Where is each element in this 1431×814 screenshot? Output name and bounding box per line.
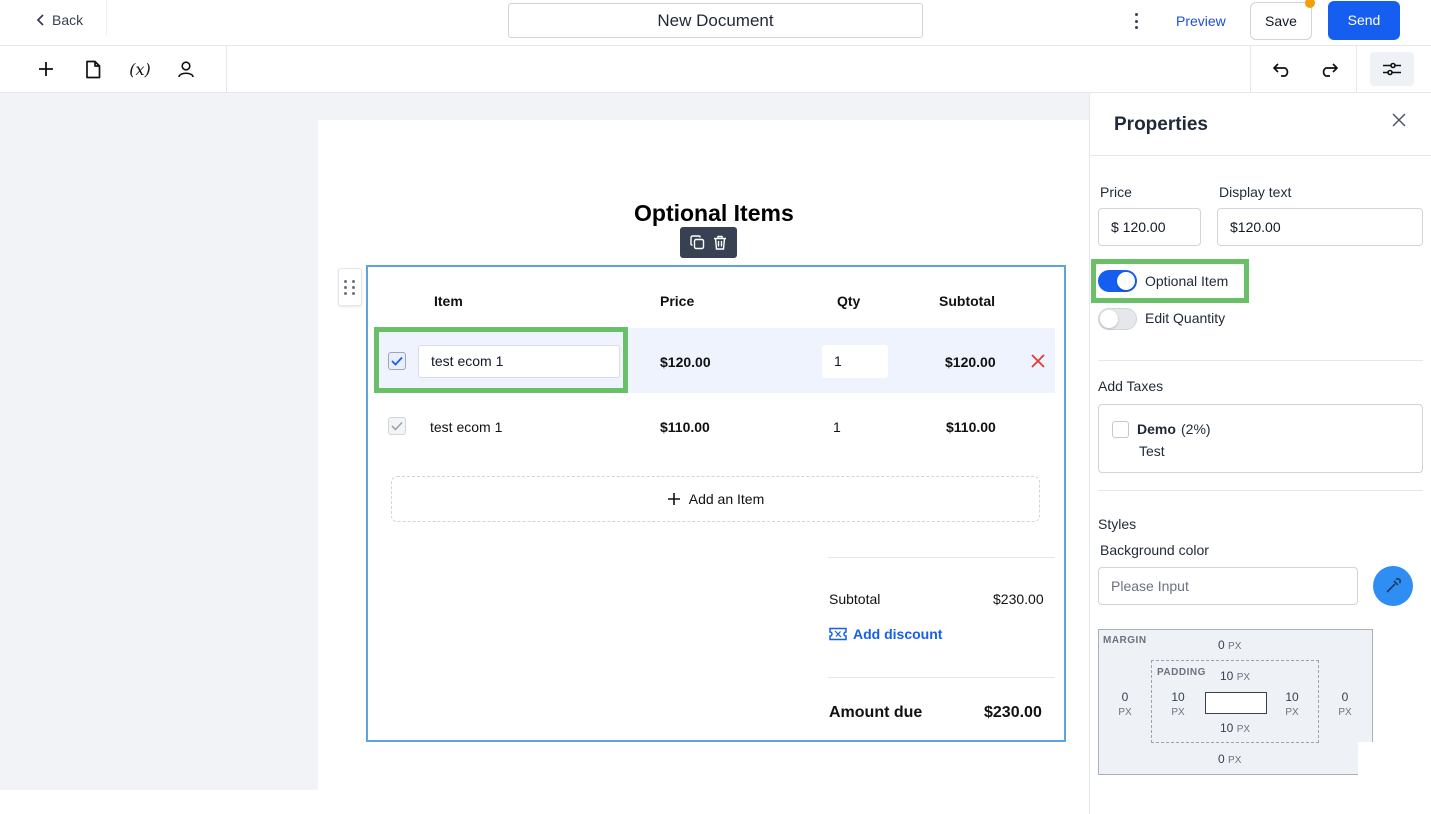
optional-item-toggle[interactable] xyxy=(1098,270,1137,292)
padding-bottom[interactable]: 10 PX xyxy=(1220,721,1250,735)
item-price: $110.00 xyxy=(660,419,710,435)
divider xyxy=(1090,155,1431,156)
item-qty: 1 xyxy=(833,419,841,435)
document-title-input[interactable]: New Document xyxy=(508,3,923,38)
display-text-input[interactable]: $120.00 xyxy=(1217,208,1423,246)
canvas-footer xyxy=(0,790,1089,814)
drag-handle-icon[interactable] xyxy=(338,268,362,306)
divider xyxy=(828,557,1055,558)
content-box xyxy=(1205,692,1267,714)
divider xyxy=(1250,46,1251,93)
send-button[interactable]: Send xyxy=(1328,1,1400,40)
display-text-label: Display text xyxy=(1219,184,1292,200)
save-label: Save xyxy=(1265,13,1297,29)
item-name-input[interactable]: test ecom 1 xyxy=(418,345,620,378)
divider xyxy=(828,677,1055,678)
padding-top[interactable]: 10 PX xyxy=(1220,669,1250,683)
page-icon[interactable] xyxy=(80,56,106,82)
check-icon xyxy=(391,421,403,431)
editor-toolbar: (x) xyxy=(0,46,1431,93)
variable-icon[interactable]: (x) xyxy=(127,56,153,82)
tax-name: Demo xyxy=(1137,421,1176,437)
item-name: test ecom 1 xyxy=(430,419,503,435)
optional-item-label: Optional Item xyxy=(1145,273,1229,289)
add-icon[interactable] xyxy=(33,56,59,82)
check-icon xyxy=(391,356,403,366)
coupon-icon xyxy=(829,627,847,641)
background-color-input[interactable]: Please Input xyxy=(1098,567,1358,605)
padding-left[interactable]: 10 PX xyxy=(1168,690,1188,718)
block-actions-toolbar xyxy=(680,227,737,258)
price-input[interactable]: $ 120.00 xyxy=(1098,208,1201,246)
plus-icon xyxy=(667,493,680,505)
add-taxes-label: Add Taxes xyxy=(1098,378,1164,394)
column-header-qty: Qty xyxy=(837,293,861,309)
box-model-mask xyxy=(1358,742,1378,776)
tax-rate: (2%) xyxy=(1181,421,1211,437)
more-options-icon[interactable] xyxy=(1127,11,1145,31)
add-item-label: Add an Item xyxy=(688,491,765,507)
preview-button[interactable]: Preview xyxy=(1176,13,1226,29)
quantity-input[interactable]: 1 xyxy=(822,345,888,378)
background-color-label: Background color xyxy=(1100,542,1209,558)
tax-option-card xyxy=(1098,404,1423,473)
divider xyxy=(106,0,107,36)
add-discount-link[interactable]: Add discount xyxy=(829,626,942,642)
column-header-subtotal: Subtotal xyxy=(939,293,995,309)
subtotal-label: Subtotal xyxy=(829,591,881,607)
settings-sliders-icon[interactable] xyxy=(1370,52,1414,86)
styles-label: Styles xyxy=(1098,516,1137,532)
divider xyxy=(1098,490,1423,491)
add-discount-label: Add discount xyxy=(853,626,943,642)
item-subtotal: $120.00 xyxy=(945,354,996,370)
back-button[interactable]: Back xyxy=(36,12,83,28)
tax-description: Test xyxy=(1139,443,1165,459)
redo-icon[interactable] xyxy=(1316,56,1342,82)
column-header-item: Item xyxy=(434,293,463,309)
edit-quantity-label: Edit Quantity xyxy=(1145,310,1226,326)
undo-icon[interactable] xyxy=(1269,56,1295,82)
margin-label: MARGIN xyxy=(1103,635,1147,646)
tax-checkbox[interactable] xyxy=(1112,421,1129,438)
divider xyxy=(1098,360,1423,361)
trash-icon[interactable] xyxy=(713,235,727,250)
subtotal-value: $230.00 xyxy=(993,591,1044,607)
column-header-price: Price xyxy=(660,293,695,309)
add-item-button[interactable]: Add an Item xyxy=(391,476,1040,522)
divider xyxy=(1356,46,1357,93)
save-button[interactable]: Save xyxy=(1250,0,1315,40)
edit-quantity-toggle[interactable] xyxy=(1098,308,1137,330)
row-checkbox[interactable] xyxy=(388,417,406,435)
divider xyxy=(226,46,227,93)
user-icon[interactable] xyxy=(173,56,199,82)
margin-left[interactable]: 0 PX xyxy=(1118,690,1132,718)
top-bar: Back New Document Preview Save Send xyxy=(0,0,1431,46)
duplicate-icon[interactable] xyxy=(690,235,705,250)
padding-right[interactable]: 10 PX xyxy=(1282,690,1302,718)
chevron-left-icon xyxy=(36,14,44,26)
row-checkbox[interactable] xyxy=(388,352,406,370)
back-label: Back xyxy=(52,12,84,28)
delete-row-icon[interactable] xyxy=(1029,352,1047,370)
item-price: $120.00 xyxy=(660,354,711,370)
close-icon[interactable] xyxy=(1390,111,1408,129)
margin-top[interactable]: 0 PX xyxy=(1218,638,1241,652)
panel-title: Properties xyxy=(1114,114,1208,135)
amount-due-label: Amount due xyxy=(829,704,923,721)
price-label: Price xyxy=(1100,184,1132,200)
color-picker-button[interactable] xyxy=(1373,566,1413,606)
margin-right[interactable]: 0 PX xyxy=(1338,690,1352,718)
eyedropper-icon xyxy=(1386,578,1401,593)
amount-due-value: $230.00 xyxy=(984,704,1042,721)
padding-label: PADDING xyxy=(1157,667,1206,678)
item-subtotal: $110.00 xyxy=(946,419,996,435)
unsaved-indicator xyxy=(1305,0,1315,8)
margin-bottom[interactable]: 0 PX xyxy=(1218,752,1241,766)
section-title[interactable]: Optional Items xyxy=(634,200,794,227)
